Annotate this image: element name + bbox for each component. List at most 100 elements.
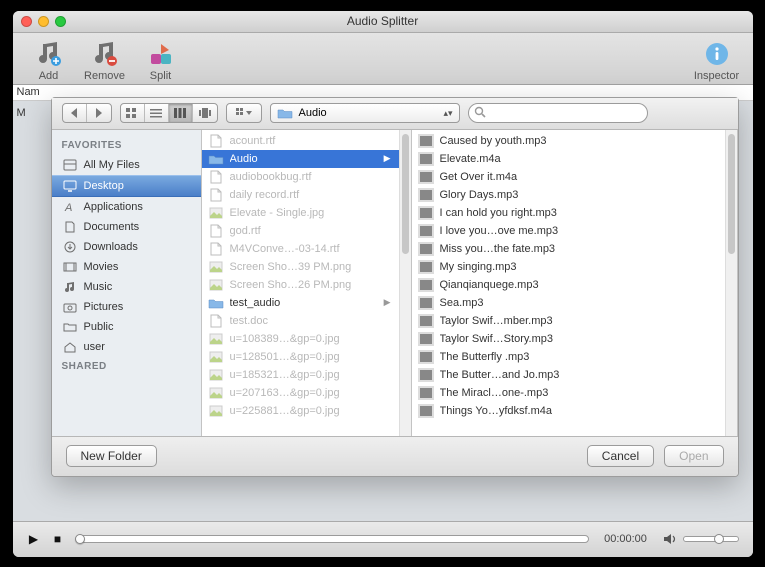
view-coverflow-button[interactable] <box>193 104 217 122</box>
folder-icon <box>277 107 293 119</box>
add-button[interactable]: Add <box>21 38 77 82</box>
file-row[interactable]: Caused by youth.mp3 <box>412 132 725 150</box>
file-row[interactable]: test.doc <box>202 312 399 330</box>
file-row[interactable]: acount.rtf <box>202 132 399 150</box>
sidebar-item-movies[interactable]: Movies <box>52 257 201 277</box>
documents-icon <box>62 220 78 234</box>
file-name: u=128501…&gp=0.jpg <box>230 351 391 363</box>
file-row[interactable]: god.rtf <box>202 222 399 240</box>
remove-label: Remove <box>84 70 125 82</box>
sheet-toolbar: Audio ▴▾ <box>52 98 738 130</box>
image-file-icon <box>208 368 224 382</box>
scrollbar[interactable] <box>725 130 737 436</box>
sidebar-item-pictures[interactable]: Pictures <box>52 297 201 317</box>
cancel-button[interactable]: Cancel <box>587 445 654 467</box>
sidebar-item-applications[interactable]: A Applications <box>52 197 201 217</box>
arrange-button[interactable] <box>227 104 261 122</box>
file-row[interactable]: u=225881…&gp=0.jpg <box>202 402 399 420</box>
seek-slider[interactable] <box>75 535 589 543</box>
sidebar-item-music[interactable]: Music <box>52 277 201 297</box>
file-row[interactable]: Screen Sho…26 PM.png <box>202 276 399 294</box>
stop-button[interactable]: ■ <box>51 532 65 546</box>
file-row[interactable]: My singing.mp3 <box>412 258 725 276</box>
file-row[interactable]: The Butter…and Jo.mp3 <box>412 366 725 384</box>
file-row[interactable]: u=185321…&gp=0.jpg <box>202 366 399 384</box>
sidebar-item-label: Music <box>84 281 113 293</box>
view-icons-button[interactable] <box>121 104 145 122</box>
file-name: Elevate - Single.jpg <box>230 207 391 219</box>
document-file-icon <box>208 314 224 328</box>
file-name: test.doc <box>230 315 391 327</box>
scroll-thumb[interactable] <box>728 134 735 254</box>
file-row[interactable]: test_audio▶ <box>202 294 399 312</box>
file-row[interactable]: I can hold you right.mp3 <box>412 204 725 222</box>
view-mode-segment <box>120 103 218 123</box>
split-button[interactable]: Split <box>133 38 189 82</box>
remove-button[interactable]: Remove <box>77 38 133 82</box>
inspector-button[interactable]: Inspector <box>689 38 745 82</box>
file-row[interactable]: M4VConve…-03-14.rtf <box>202 240 399 258</box>
file-row[interactable]: u=108389…&gp=0.jpg <box>202 330 399 348</box>
info-icon <box>701 38 733 70</box>
file-name: u=108389…&gp=0.jpg <box>230 333 391 345</box>
scroll-thumb[interactable] <box>402 134 409 254</box>
file-name: Sea.mp3 <box>440 297 717 309</box>
nav-back-button[interactable] <box>63 104 87 122</box>
seek-knob[interactable] <box>75 534 85 544</box>
minimize-window-button[interactable] <box>38 16 49 27</box>
sidebar-item-user[interactable]: user <box>52 337 201 357</box>
file-row[interactable]: audiobookbug.rtf <box>202 168 399 186</box>
view-columns-button[interactable] <box>169 104 193 122</box>
sidebar-item-all-my-files[interactable]: All My Files <box>52 155 201 175</box>
file-row[interactable]: Taylor Swif…mber.mp3 <box>412 312 725 330</box>
volume-knob[interactable] <box>714 534 724 544</box>
close-window-button[interactable] <box>21 16 32 27</box>
document-file-icon <box>208 188 224 202</box>
file-row[interactable]: daily record.rtf <box>202 186 399 204</box>
sidebar-item-downloads[interactable]: Downloads <box>52 237 201 257</box>
file-name: u=225881…&gp=0.jpg <box>230 405 391 417</box>
scrollbar[interactable] <box>399 130 411 436</box>
file-row[interactable]: Elevate - Single.jpg <box>202 204 399 222</box>
sidebar-item-label: Movies <box>84 261 119 273</box>
file-name: The Miracl…one-.mp3 <box>440 387 717 399</box>
play-button[interactable]: ▶ <box>27 532 41 546</box>
file-row[interactable]: Qianqianquege.mp3 <box>412 276 725 294</box>
file-row[interactable]: I love you…ove me.mp3 <box>412 222 725 240</box>
file-row[interactable]: Miss you…the fate.mp3 <box>412 240 725 258</box>
file-row[interactable]: Things Yo…yfdksf.m4a <box>412 402 725 420</box>
sidebar-item-label: Public <box>84 321 114 333</box>
sidebar-item-desktop[interactable]: Desktop <box>52 175 201 197</box>
file-row[interactable]: Glory Days.mp3 <box>412 186 725 204</box>
zoom-window-button[interactable] <box>55 16 66 27</box>
view-list-button[interactable] <box>145 104 169 122</box>
file-row[interactable]: Screen Sho…39 PM.png <box>202 258 399 276</box>
file-row[interactable]: Get Over it.m4a <box>412 168 725 186</box>
file-row[interactable]: The Butterfly .mp3 <box>412 348 725 366</box>
music-note-add-icon <box>33 38 65 70</box>
file-name: god.rtf <box>230 225 391 237</box>
open-button[interactable]: Open <box>664 445 723 467</box>
sidebar-item-documents[interactable]: Documents <box>52 217 201 237</box>
file-row[interactable]: u=128501…&gp=0.jpg <box>202 348 399 366</box>
image-file-icon <box>208 206 224 220</box>
applications-icon: A <box>62 200 78 214</box>
file-name: The Butterfly .mp3 <box>440 351 717 363</box>
file-row[interactable]: u=207163…&gp=0.jpg <box>202 384 399 402</box>
file-row[interactable]: Elevate.m4a <box>412 150 725 168</box>
path-popup[interactable]: Audio ▴▾ <box>270 103 460 123</box>
sidebar-item-public[interactable]: Public <box>52 317 201 337</box>
file-name: test_audio <box>230 297 378 309</box>
file-row[interactable]: Audio▶ <box>202 150 399 168</box>
arrange-menu[interactable] <box>226 103 262 123</box>
file-row[interactable]: The Miracl…one-.mp3 <box>412 384 725 402</box>
open-file-sheet: Audio ▴▾ FAVORITES All My FilesDesktopAA… <box>51 97 739 477</box>
new-folder-button[interactable]: New Folder <box>66 445 157 467</box>
nav-forward-button[interactable] <box>87 104 111 122</box>
image-file-icon <box>208 332 224 346</box>
file-row[interactable]: Taylor Swif…Story.mp3 <box>412 330 725 348</box>
search-input[interactable] <box>468 103 648 123</box>
sidebar-item-label: Applications <box>84 201 143 213</box>
file-row[interactable]: Sea.mp3 <box>412 294 725 312</box>
volume-slider[interactable] <box>683 536 739 542</box>
